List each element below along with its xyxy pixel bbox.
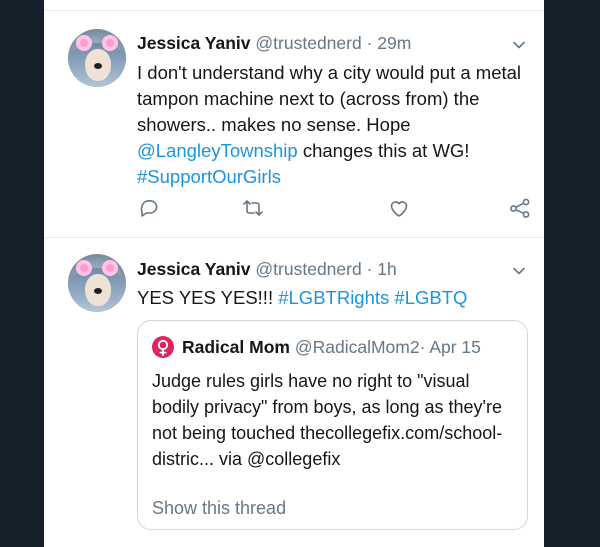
tweet[interactable]: Jessica Yaniv @trustednerd · 29m I don't… [44, 11, 544, 237]
tweet-header: Jessica Yaniv @trustednerd · 1h [137, 258, 397, 280]
avatar-filter-nose [94, 63, 102, 69]
tweet-text-part: changes this at WG! [297, 140, 470, 161]
tweet-text-part: YES YES YES!!! [137, 287, 279, 308]
hashtag-link[interactable]: #LGBTRights [278, 287, 389, 308]
female-symbol-icon [157, 339, 169, 357]
quote-avatar[interactable] [152, 336, 174, 358]
separator: · [419, 337, 426, 357]
tweet-actions [137, 196, 532, 220]
tweet[interactable]: Jessica Yaniv @trustednerd · 1h YES YES … [44, 238, 544, 547]
avatar-filter-ear-right [102, 35, 118, 51]
heart-icon[interactable] [387, 196, 411, 220]
retweet-icon[interactable] [241, 196, 265, 220]
reply-icon[interactable] [137, 196, 161, 220]
tweet-text: YES YES YES!!! #LGBTRights #LGBTQ [137, 285, 522, 311]
timeline-column: Jessica Yaniv @trustednerd · 29m I don't… [44, 0, 544, 547]
timestamp[interactable]: 29m [377, 33, 411, 53]
share-icon[interactable] [508, 196, 532, 220]
quoted-tweet[interactable]: Radical Mom @RadicalMom2· Apr 15 Judge r… [137, 320, 528, 530]
avatar-filter-ear-left [76, 260, 92, 276]
quote-header: Radical Mom @RadicalMom2· Apr 15 [182, 335, 481, 359]
quote-author-name[interactable]: Radical Mom [182, 337, 290, 357]
hashtag-link[interactable]: #LGBTQ [394, 287, 467, 308]
avatar[interactable] [68, 254, 126, 312]
author-handle[interactable]: @trustednerd [255, 33, 361, 53]
show-thread-link[interactable]: Show this thread [152, 498, 286, 519]
quote-text: Judge rules girls have no right to "visu… [152, 371, 503, 469]
tweet-text-part: I don't understand why a city would put … [137, 62, 522, 135]
chevron-down-icon[interactable] [512, 38, 526, 52]
author-name[interactable]: Jessica Yaniv [137, 259, 251, 279]
quote-timestamp[interactable]: Apr 15 [429, 337, 481, 357]
chevron-down-icon[interactable] [512, 264, 526, 278]
avatar-filter-nose [94, 288, 102, 294]
separator: · [366, 259, 373, 279]
avatar-filter-ear-right [102, 260, 118, 276]
avatar[interactable] [68, 29, 126, 87]
mention-link[interactable]: @LangleyTownship [137, 140, 298, 161]
quote-author-handle[interactable]: @RadicalMom2 [295, 337, 420, 357]
avatar-filter-ear-left [76, 35, 92, 51]
author-name[interactable]: Jessica Yaniv [137, 33, 251, 53]
author-handle[interactable]: @trustednerd [255, 259, 361, 279]
hashtag-link[interactable]: #SupportOurGirls [137, 166, 281, 187]
timestamp[interactable]: 1h [377, 259, 396, 279]
separator: · [366, 33, 373, 53]
tweet-header: Jessica Yaniv @trustednerd · 29m [137, 32, 411, 54]
tweet-text: I don't understand why a city would put … [137, 60, 522, 190]
